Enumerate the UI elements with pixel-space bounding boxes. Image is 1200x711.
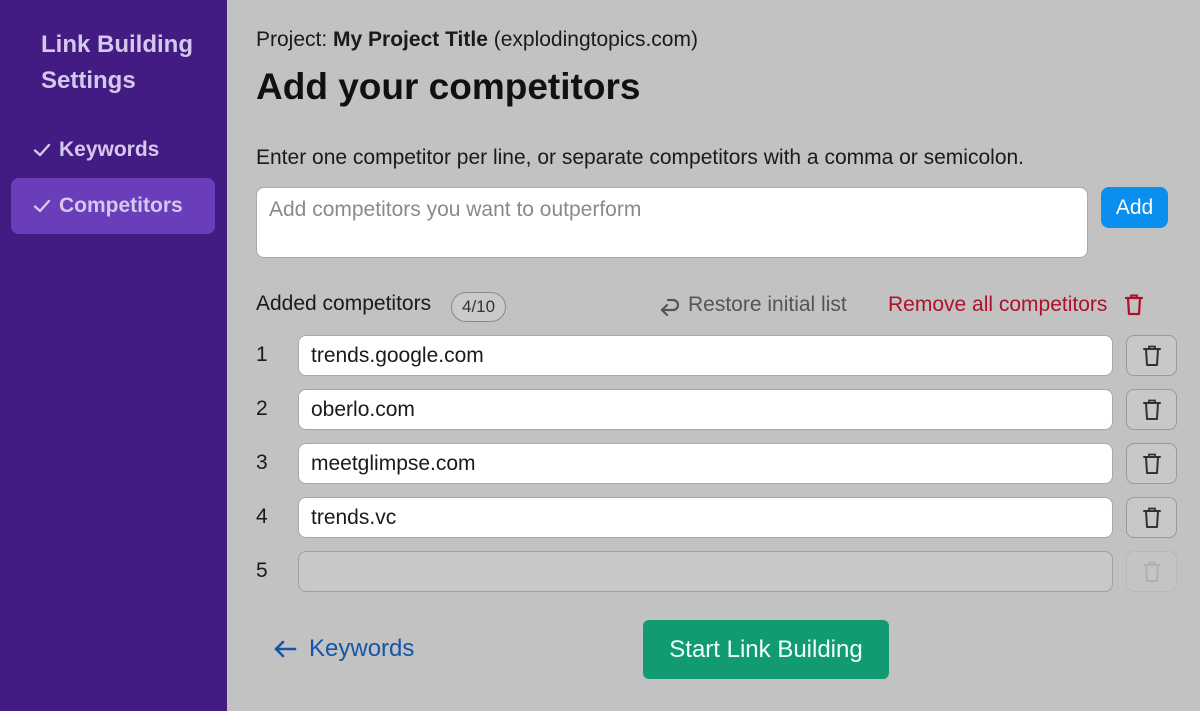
- undo-icon: [660, 298, 680, 316]
- count-badge: 4/10: [451, 292, 507, 322]
- added-competitors-label: Added competitors: [256, 292, 432, 315]
- competitor-input-5[interactable]: [298, 551, 1113, 592]
- delete-row-button[interactable]: [1126, 497, 1177, 538]
- competitors-input[interactable]: [256, 187, 1088, 258]
- sidebar-item-keywords[interactable]: Keywords: [11, 122, 215, 178]
- row-number: 5: [256, 559, 268, 582]
- remove-all-competitors-link[interactable]: Remove all competitors: [888, 293, 1144, 317]
- restore-initial-list-link[interactable]: Restore initial list: [659, 293, 847, 317]
- row-number: 3: [256, 451, 268, 474]
- arrow-left-icon: [274, 640, 297, 658]
- start-link-building-button[interactable]: Start Link Building: [643, 620, 889, 679]
- competitor-input-1[interactable]: [298, 335, 1113, 376]
- page-title: Add your competitors: [256, 66, 641, 107]
- remove-all-label: Remove all competitors: [888, 293, 1108, 316]
- trash-icon: [1142, 399, 1161, 420]
- row-number: 2: [256, 397, 268, 420]
- checkmark-icon: [33, 197, 51, 215]
- project-name: My Project Title: [333, 28, 488, 51]
- project-domain: (explodingtopics.com): [493, 28, 698, 51]
- main-content: Project: My Project Title (explodingtopi…: [227, 0, 1200, 711]
- trash-icon: [1125, 294, 1144, 316]
- competitor-input-4[interactable]: [298, 497, 1113, 538]
- delete-row-button[interactable]: [1126, 335, 1177, 376]
- trash-icon: [1142, 453, 1161, 474]
- instructions-text: Enter one competitor per line, or separa…: [256, 146, 1025, 169]
- add-button[interactable]: Add: [1101, 187, 1168, 228]
- sidebar-item-competitors[interactable]: Competitors: [11, 178, 215, 234]
- back-label: Keywords: [309, 635, 415, 662]
- trash-icon: [1142, 507, 1161, 528]
- restore-label: Restore initial list: [688, 293, 847, 316]
- sidebar: Link Building Settings Keywords Competit…: [0, 0, 227, 711]
- sidebar-title: Link Building Settings: [41, 31, 193, 94]
- row-number: 4: [256, 505, 268, 528]
- sidebar-item-label: Competitors: [59, 194, 183, 217]
- competitor-input-3[interactable]: [298, 443, 1113, 484]
- delete-row-button-disabled: [1126, 551, 1177, 592]
- trash-icon: [1142, 561, 1161, 582]
- trash-icon: [1142, 345, 1161, 366]
- sidebar-item-label: Keywords: [59, 138, 160, 161]
- checkmark-icon: [33, 141, 51, 159]
- delete-row-button[interactable]: [1126, 443, 1177, 484]
- competitor-input-2[interactable]: [298, 389, 1113, 430]
- delete-row-button[interactable]: [1126, 389, 1177, 430]
- project-info: Project: My Project Title (explodingtopi…: [256, 28, 698, 52]
- row-number: 1: [256, 343, 268, 366]
- project-prefix: Project:: [256, 28, 328, 51]
- back-to-keywords-link[interactable]: Keywords: [273, 635, 414, 663]
